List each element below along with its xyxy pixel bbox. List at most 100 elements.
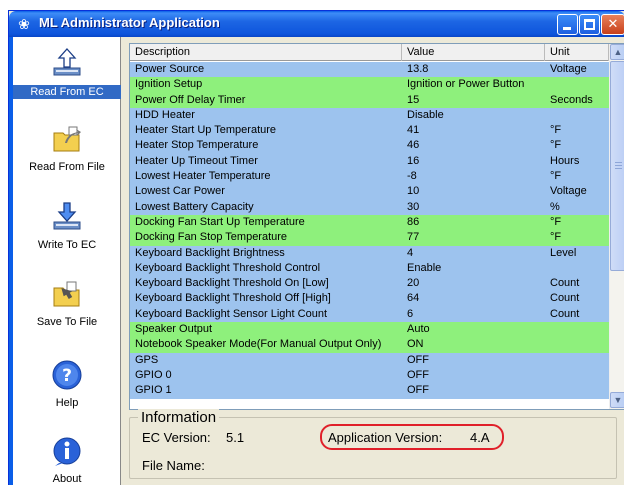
value-cell: 77 xyxy=(407,231,420,244)
unit-cell: Count xyxy=(550,307,580,320)
chevron-up-icon: ▲ xyxy=(613,47,623,57)
value-cell: Ignition or Power Button xyxy=(407,78,525,91)
table-row[interactable]: Speaker Output Auto xyxy=(130,322,609,338)
sidebar-item-label: Save To File xyxy=(36,316,98,328)
vertical-scrollbar[interactable]: ▲ ▼ xyxy=(609,44,624,409)
value-cell: ON xyxy=(407,338,424,351)
scroll-up-button[interactable]: ▲ xyxy=(610,44,624,60)
value-cell: OFF xyxy=(407,353,429,366)
description-cell: Speaker Output xyxy=(135,323,213,336)
unit-cell: °F xyxy=(550,139,562,152)
table-row[interactable]: GPS OFF xyxy=(130,352,609,368)
value-cell: 30 xyxy=(407,200,420,213)
grip-line xyxy=(615,165,622,166)
table-row[interactable]: Keyboard Backlight Threshold Off [High] 6… xyxy=(130,291,609,307)
value-cell: 46 xyxy=(407,139,420,152)
description-cell: Heater Stop Temperature xyxy=(135,139,259,152)
file-name-label: File Name: xyxy=(142,458,205,473)
table-row[interactable]: Heater Up Timeout Timer 16 Hours xyxy=(130,153,609,170)
value-cell: 20 xyxy=(407,277,420,290)
description-cell: Keyboard Backlight Threshold Control xyxy=(135,261,321,274)
table-row[interactable]: Lowest Heater Temperature -8 °F xyxy=(130,169,609,185)
description-cell: Keyboard Backlight Threshold Off [High] xyxy=(135,292,331,305)
description-cell: HDD Heater xyxy=(135,108,195,121)
description-cell: Keyboard Backlight Sensor Light Count xyxy=(135,307,328,320)
open-folder-icon xyxy=(53,126,81,152)
column-header-unit[interactable]: Unit xyxy=(545,44,609,61)
table-row[interactable]: Keyboard Backlight Sensor Light Count 6 Co… xyxy=(130,306,609,323)
sidebar-item-label: Read From EC xyxy=(13,85,121,99)
unit-cell: Level xyxy=(550,246,577,259)
table-row[interactable]: Docking Fan Stop Temperature 77 °F xyxy=(130,230,609,246)
table-row[interactable]: Notebook Speaker Mode(For Manual Output … xyxy=(130,337,609,353)
app-window: ❀ ML Administrator Application ✕ Read Fr… xyxy=(8,10,624,485)
table-row[interactable]: GPIO 1 OFF xyxy=(130,383,609,399)
scroll-thumb[interactable] xyxy=(610,61,624,271)
scroll-down-button[interactable]: ▼ xyxy=(610,392,624,408)
read-from-ec-button[interactable]: Read From EC xyxy=(13,47,121,107)
title-bar[interactable]: ❀ ML Administrator Application ✕ xyxy=(9,11,624,37)
description-cell: Docking Fan Stop Temperature xyxy=(135,231,288,244)
table-row[interactable]: Keyboard Backlight Brightness 4 Level xyxy=(130,245,609,261)
unit-cell: °F xyxy=(550,231,562,244)
minimize-button[interactable] xyxy=(557,14,578,35)
description-cell: Heater Up Timeout Timer xyxy=(135,154,258,167)
table-row[interactable]: GPIO 0 OFF xyxy=(130,367,609,384)
unit-cell xyxy=(545,322,609,337)
description-cell: Keyboard Backlight Brightness xyxy=(135,246,285,259)
app-version-label: Application Version: xyxy=(328,430,443,445)
value-cell: OFF xyxy=(407,368,429,381)
information-legend: Information xyxy=(138,409,220,426)
description-cell: Heater Start Up Temperature xyxy=(135,124,277,137)
svg-text:?: ? xyxy=(62,366,72,386)
app-icon: ❀ xyxy=(18,16,30,32)
help-icon: ? xyxy=(52,360,82,390)
table-row[interactable]: Lowest Car Power 10 Voltage xyxy=(130,184,609,200)
close-button[interactable]: ✕ xyxy=(601,14,624,35)
value-cell: 10 xyxy=(407,185,420,198)
unit-cell xyxy=(545,368,609,383)
description-cell: Lowest Car Power xyxy=(135,185,225,198)
table-row[interactable]: Docking Fan Start Up Temperature 86 °F xyxy=(130,214,609,231)
read-from-file-button[interactable]: Read From File xyxy=(13,123,121,183)
sidebar: Read From EC Read From File Write To EC xyxy=(9,37,121,485)
table-row[interactable]: Heater Start Up Temperature 41 °F xyxy=(130,123,609,139)
maximize-button[interactable] xyxy=(579,14,600,35)
about-button[interactable]: About xyxy=(13,435,121,485)
column-header-description[interactable]: Description xyxy=(130,44,402,61)
description-cell: Keyboard Backlight Threshold On [Low] xyxy=(135,277,329,290)
write-to-ec-button[interactable]: Write To EC xyxy=(13,201,121,261)
table-body: Power Source 13.8 Voltage Ignition Setup Ign… xyxy=(130,62,609,399)
table-row[interactable]: Lowest Battery Capacity 30% xyxy=(130,199,609,215)
table-row[interactable]: Keyboard Backlight Threshold Control Enab… xyxy=(130,260,609,277)
description-cell: GPIO 0 xyxy=(135,368,172,381)
sidebar-item-label: Write To EC xyxy=(37,239,97,251)
table-row[interactable]: Heater Stop Temperature 46 °F xyxy=(130,138,609,154)
chevron-down-icon: ▼ xyxy=(613,395,623,405)
table-header: Description Value Unit xyxy=(130,44,609,61)
grip-line xyxy=(615,168,622,169)
table-row[interactable]: Ignition Setup Ignition or Power Button xyxy=(130,77,609,93)
unit-cell: % xyxy=(550,200,560,213)
value-cell: Disable xyxy=(407,108,444,121)
value-cell: 6 xyxy=(407,307,414,320)
save-to-file-button[interactable]: Save To File xyxy=(13,278,121,338)
minimize-icon xyxy=(563,27,571,30)
table-row[interactable]: HDD Heater Disable xyxy=(130,107,609,124)
unit-cell: Voltage xyxy=(550,63,587,75)
table-row[interactable]: Keyboard Backlight Threshold On [Low] 20 C… xyxy=(130,276,609,292)
unit-cell: °F xyxy=(550,215,562,228)
table-row[interactable]: Power Source 13.8 Voltage xyxy=(130,62,609,78)
sidebar-item-label: About xyxy=(52,473,82,485)
value-cell: Auto xyxy=(407,323,430,336)
sidebar-item-label: Read From File xyxy=(29,161,105,173)
column-header-value[interactable]: Value xyxy=(402,44,545,61)
value-cell: 16 xyxy=(407,154,420,167)
description-cell: Lowest Battery Capacity xyxy=(135,200,254,213)
table-row[interactable]: Power Off Delay Timer 15 Seconds xyxy=(130,92,609,108)
unit-cell xyxy=(545,108,609,123)
description-cell: GPIO 1 xyxy=(135,384,172,397)
help-button[interactable]: ? Help xyxy=(13,359,121,419)
unit-cell: Count xyxy=(550,277,580,290)
unit-cell: Count xyxy=(550,292,580,305)
